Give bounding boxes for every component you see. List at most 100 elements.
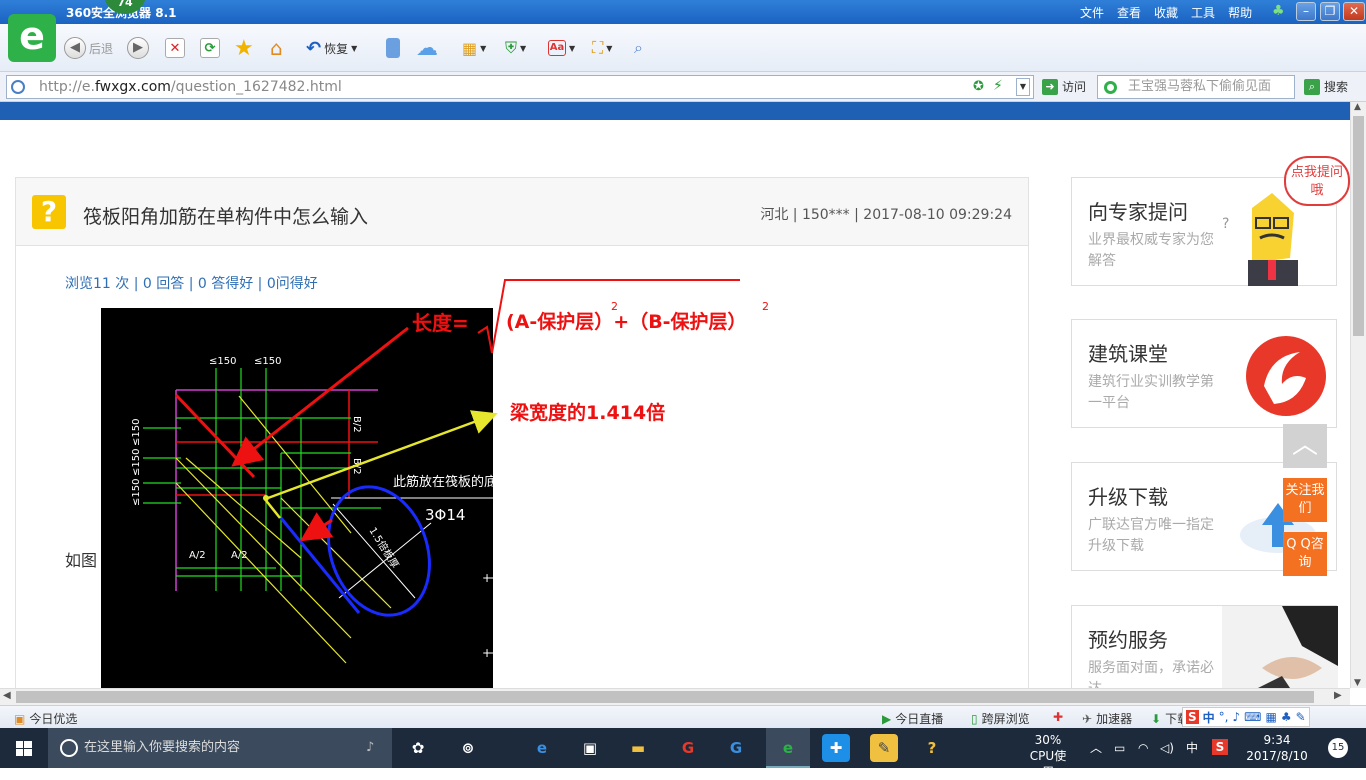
question-header: ? 筏板阳角加筋在单构件中怎么输入 河北 | 150*** | 2017-08-…: [16, 178, 1028, 246]
chevron-down-icon: ▼: [569, 43, 576, 53]
lightning-icon[interactable]: ⚡: [993, 78, 1003, 94]
minimize-button[interactable]: –: [1296, 2, 1316, 21]
scroll-left-icon[interactable]: ◀: [3, 690, 11, 701]
cad-dim-label: ≤150: [209, 356, 236, 367]
back-to-top-button[interactable]: ︿: [1283, 424, 1327, 468]
keyboard-icon: ⌨: [1244, 710, 1262, 724]
refresh-button[interactable]: ⟳: [200, 36, 220, 60]
taskbar-search-input[interactable]: 在这里输入你要搜索的内容 ♪: [48, 728, 392, 768]
menu-bar: 文件 查看 收藏 工具 帮助: [1080, 4, 1252, 21]
battery-icon[interactable]: ▭: [1114, 740, 1125, 756]
chevron-down-icon: ▼: [520, 43, 527, 53]
follow-us-button[interactable]: 关注我们: [1283, 478, 1327, 522]
horizontal-scrollbar[interactable]: ◀ ▶: [0, 688, 1350, 705]
clock[interactable]: 9:34 2017/8/10: [1242, 732, 1312, 764]
home-button[interactable]: ⌂: [270, 36, 283, 60]
start-button[interactable]: [0, 728, 48, 768]
cpu-label: CPU使用: [1029, 749, 1067, 779]
search-input[interactable]: 王宝强马蓉私下偷偷见面: [1097, 75, 1295, 99]
accelerator-button[interactable]: ✈ 加速器: [1082, 710, 1132, 727]
globe-icon: [11, 80, 25, 94]
address-row: http://e.fwxgx.com/question_1627482.html…: [0, 72, 1366, 102]
magnifier-icon: ⌕: [634, 38, 643, 57]
search-button[interactable]: ⌕ 搜索: [1304, 78, 1348, 95]
svg-text:+: +: [482, 571, 492, 585]
menu-favorites[interactable]: 收藏: [1154, 4, 1178, 21]
search-engine-icon: [1104, 81, 1117, 94]
taskbar-app-store[interactable]: ▣: [576, 734, 604, 762]
sidebar-subtitle: 广联达官方唯一指定升级下载: [1088, 517, 1214, 554]
ime-indicator[interactable]: 中: [1186, 740, 1198, 756]
sogou-tray-icon[interactable]: S: [1212, 739, 1228, 755]
search-icon: ⌕: [1304, 78, 1320, 95]
menu-view[interactable]: 查看: [1117, 4, 1141, 21]
qq-consult-button[interactable]: Q Q咨询: [1283, 532, 1327, 576]
accelerator-label: 加速器: [1096, 712, 1133, 726]
apps-button[interactable]: ▦ ▼: [462, 36, 486, 60]
ask-bubble[interactable]: 点我提问哦: [1284, 156, 1350, 206]
vertical-scroll-thumb[interactable]: [1353, 116, 1364, 336]
zoom-button[interactable]: ⌕: [634, 36, 643, 60]
taskbar-app-glodon-1[interactable]: G: [674, 734, 702, 762]
taskbar-app-explorer[interactable]: ▬: [624, 734, 652, 762]
scroll-up-icon[interactable]: ▲: [1354, 102, 1361, 112]
close-button[interactable]: ✕: [1343, 2, 1365, 21]
cad-dim-label: B/2: [351, 458, 362, 475]
cross-screen-button[interactable]: ▯ 跨屏浏览: [971, 710, 1030, 727]
forward-button[interactable]: ▶: [127, 36, 149, 60]
favorites-button[interactable]: ★: [234, 36, 254, 61]
taskbar-app-swirl[interactable]: ⊚: [454, 734, 482, 762]
taskbar-app-glodon-2[interactable]: G: [722, 734, 750, 762]
tray-chevron-icon[interactable]: ︿: [1090, 740, 1102, 756]
stop-button[interactable]: ✕: [165, 36, 185, 60]
taskbar-app-edge[interactable]: e: [528, 734, 556, 762]
visit-button[interactable]: ➜ 访问: [1042, 78, 1086, 95]
taskbar-app-pinwheel[interactable]: ✿: [404, 734, 432, 762]
taskbar-app-plus[interactable]: ✚: [822, 734, 850, 762]
horizontal-scroll-thumb[interactable]: [16, 691, 1314, 703]
taskbar-app-notes[interactable]: ✎: [870, 734, 898, 762]
volume-icon[interactable]: ◁): [1160, 740, 1174, 756]
cpu-percent: 30%: [1034, 733, 1062, 747]
speedup-icon[interactable]: ✪: [973, 79, 984, 94]
search-value: 王宝强马蓉私下偷偷见面: [1128, 79, 1272, 94]
cpu-usage[interactable]: 30% CPU使用: [1026, 732, 1070, 780]
sogou-icon: S: [1186, 710, 1199, 724]
shield-button[interactable]: ⛨ ▼: [505, 36, 526, 60]
cloud-icon: ☁: [416, 35, 438, 61]
menu-tools[interactable]: 工具: [1191, 4, 1215, 21]
menu-file[interactable]: 文件: [1080, 4, 1104, 21]
vertical-scrollbar[interactable]: ▲ ▼: [1350, 102, 1366, 688]
title-bar: 360安全浏览器 8.1 74 文件 查看 收藏 工具 帮助 ♣ – ❐ ✕: [0, 0, 1366, 24]
scroll-right-icon[interactable]: ▶: [1334, 690, 1342, 701]
medical-button[interactable]: ✚: [1053, 710, 1063, 724]
wifi-icon[interactable]: ◠: [1138, 740, 1148, 756]
back-label: 后退: [89, 41, 114, 56]
restore-button[interactable]: ↶ 恢复 ▼: [306, 36, 357, 60]
taskbar-app-help[interactable]: ?: [918, 734, 946, 762]
svg-text:+: +: [482, 646, 492, 660]
daily-picks[interactable]: ▣ 今日优选: [14, 710, 77, 727]
ime-toolbar[interactable]: S 中 °, ♪ ⌨ ▦ ♣ ✎: [1182, 707, 1310, 727]
phone-button[interactable]: [386, 36, 400, 60]
address-bar[interactable]: http://e.fwxgx.com/question_1627482.html…: [6, 75, 1034, 99]
browser-logo[interactable]: e: [8, 14, 56, 62]
taskbar-app-360browser[interactable]: e: [766, 728, 810, 768]
maximize-button[interactable]: ❐: [1320, 2, 1340, 21]
screenshot-button[interactable]: ⛶ ▼: [592, 36, 612, 60]
back-button[interactable]: ◀ 后退: [64, 36, 113, 60]
menu-help[interactable]: 帮助: [1228, 4, 1252, 21]
sidebar-course[interactable]: 建筑课堂 建筑行业实训教学第一平台: [1071, 319, 1337, 428]
url-dropdown-icon[interactable]: ▼: [1016, 78, 1030, 96]
screenshot-icon: ⛶: [592, 38, 604, 57]
live-button[interactable]: ▶ 今日直播: [882, 710, 943, 727]
medical-icon: ✚: [1053, 710, 1064, 724]
cloud-button[interactable]: ☁: [416, 35, 438, 61]
translate-button[interactable]: Aa ▼: [548, 36, 575, 60]
sidebar-appointment[interactable]: 预约服务 服务面对面，承诺必达: [1071, 605, 1338, 688]
sidebar-title: 建筑课堂: [1088, 342, 1168, 366]
bubble-text: 点我提问哦: [1290, 165, 1343, 198]
scroll-down-icon[interactable]: ▼: [1354, 678, 1361, 688]
shirt-icon[interactable]: ♣: [1272, 3, 1285, 19]
notification-center[interactable]: 15: [1326, 738, 1350, 758]
